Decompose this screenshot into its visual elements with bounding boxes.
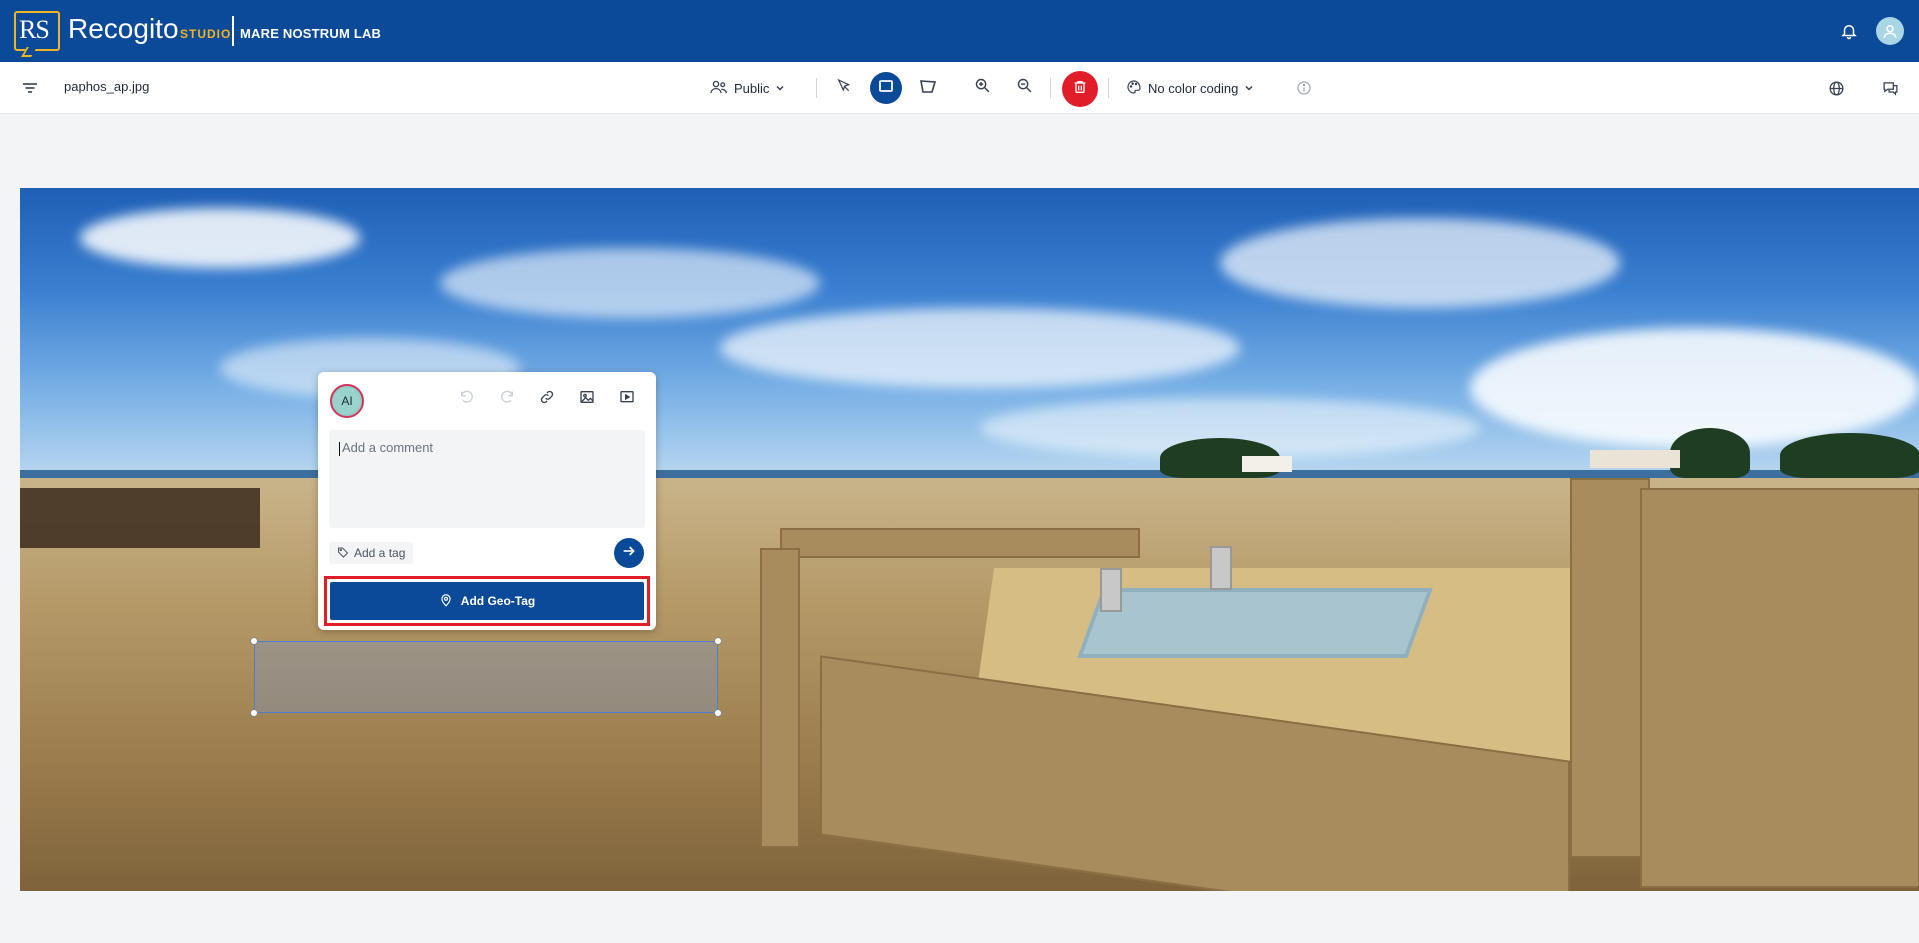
info-icon[interactable] [1294,78,1314,98]
toolbar-divider [816,78,817,98]
zoom-out-button[interactable] [1008,72,1040,104]
logo-text: RS [19,15,50,44]
toolbar-divider [1050,78,1051,98]
cursor-arrow-icon [836,78,852,99]
video-icon[interactable] [616,386,638,408]
image-icon[interactable] [576,386,598,408]
trash-icon [1072,79,1088,100]
annotation-editor-popup: AI Add a comment Add a tag Add Geo-Tag [318,372,656,630]
color-coding-label: No color coding [1148,80,1239,96]
annotation-toolbar: paphos_ap.jpg Public No color coding [0,62,1919,114]
resize-handle[interactable] [250,637,258,645]
annotator-avatar: AI [330,384,364,418]
submit-comment-button[interactable] [614,538,644,568]
chevron-down-icon [1244,81,1254,96]
brand-name: Recogito [68,13,179,44]
comment-input[interactable]: Add a comment [329,430,645,528]
tag-icon [337,546,349,561]
recogito-logo[interactable]: RS [14,11,60,57]
delete-annotation-button[interactable] [1062,71,1098,107]
comments-icon[interactable] [1880,78,1900,98]
header-divider [232,16,234,46]
zoom-out-icon [1016,77,1033,99]
selected-region[interactable] [250,637,722,717]
resize-handle[interactable] [250,709,258,717]
add-tag-label: Add a tag [354,546,406,560]
undo-icon[interactable] [456,386,478,408]
map-pin-icon [439,593,453,610]
polygon-icon [919,78,937,99]
project-name[interactable]: MARE NOSTRUM LAB [240,26,381,41]
link-icon[interactable] [536,386,558,408]
filter-menu-icon[interactable] [20,79,40,97]
comment-placeholder: Add a comment [342,440,434,455]
notifications-bell-icon[interactable] [1840,22,1858,40]
document-filename: paphos_ap.jpg [64,79,150,94]
zoom-in-icon [974,77,991,99]
resize-handle[interactable] [714,709,722,717]
resize-handle[interactable] [714,637,722,645]
user-avatar[interactable] [1876,17,1904,45]
visibility-dropdown[interactable]: Public [710,75,785,101]
add-geo-tag-label: Add Geo-Tag [460,594,536,608]
palette-icon [1126,79,1142,98]
globe-icon[interactable] [1826,78,1846,98]
zoom-in-button[interactable] [966,72,998,104]
panorama-image[interactable] [20,188,1919,891]
add-geo-tag-button[interactable]: Add Geo-Tag [330,582,644,620]
select-tool-button[interactable] [828,72,860,104]
brand-studio: STUDIO [180,27,232,41]
arrow-right-icon [621,543,637,564]
polygon-tool-button[interactable] [912,72,944,104]
visibility-label: Public [734,80,770,96]
add-tag-button[interactable]: Add a tag [329,542,414,564]
rectangle-icon [878,78,894,99]
chevron-down-icon [775,81,785,96]
toolbar-divider [1108,78,1109,98]
users-icon [710,79,728,98]
redo-icon[interactable] [496,386,518,408]
app-header: RS Recogito STUDIO MARE NOSTRUM LAB [0,0,1919,62]
color-coding-dropdown[interactable]: No color coding [1126,75,1254,101]
rectangle-tool-button[interactable] [870,72,902,104]
